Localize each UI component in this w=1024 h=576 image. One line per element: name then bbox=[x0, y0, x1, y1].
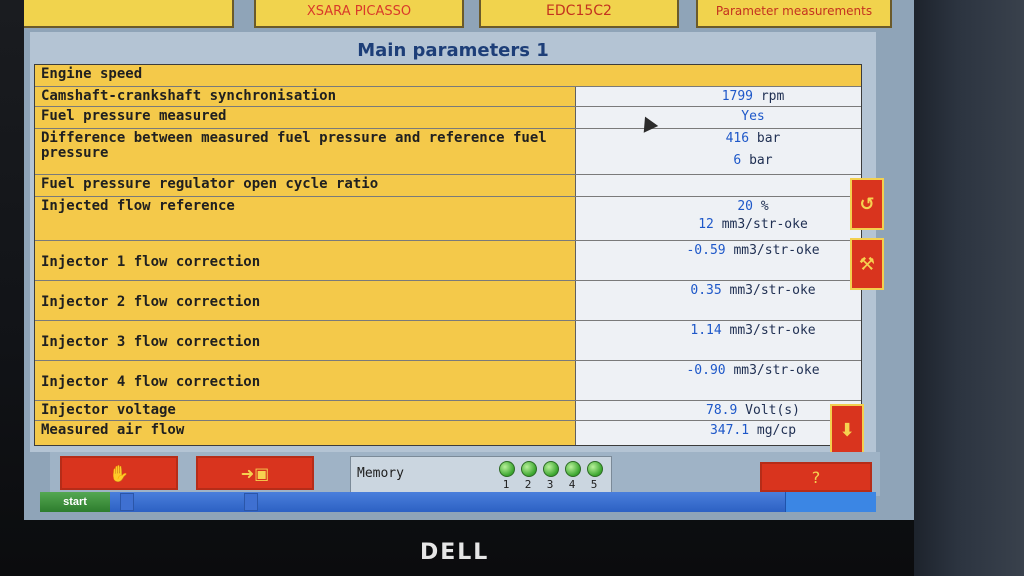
row-value: 416 bar bbox=[725, 131, 781, 146]
tools-button[interactable]: ⚒ bbox=[850, 238, 884, 290]
memory-led-5[interactable] bbox=[587, 461, 603, 477]
row-value: 78.9 Volt(s) bbox=[706, 403, 800, 418]
undo-button[interactable]: ↺ bbox=[850, 178, 884, 230]
main-panel: Main parameters 1 Engine speed Camshaft-… bbox=[30, 32, 876, 452]
memory-slot-label: 4 bbox=[568, 478, 576, 491]
stop-button[interactable]: ✋ bbox=[60, 456, 178, 490]
value-cell: -0.90 mm3/str-oke bbox=[575, 361, 861, 400]
parameters-table: Engine speed Camshaft-crankshaft synchro… bbox=[34, 64, 862, 446]
row-label: Injector 1 flow correction bbox=[41, 254, 261, 270]
row-label: Injector voltage bbox=[41, 402, 176, 418]
hand-icon: ✋ bbox=[109, 463, 129, 483]
wrench-icon: ⚒ bbox=[858, 253, 876, 275]
tab-vehicle[interactable]: XSARA PICASSO bbox=[254, 0, 464, 28]
undo-icon: ↺ bbox=[859, 193, 875, 215]
row-label: Injector 3 flow correction bbox=[41, 334, 261, 350]
row-value: 20 % bbox=[737, 199, 769, 214]
value-cell: 416 bar 6 bar bbox=[575, 129, 861, 174]
memory-led-3[interactable] bbox=[543, 461, 559, 477]
value-cell: 1.14 mm3/str-oke bbox=[575, 321, 861, 360]
memory-panel: Memory 1 2 3 4 5 bbox=[350, 456, 612, 494]
tab-blank[interactable] bbox=[24, 0, 234, 28]
row-value: 1.14 mm3/str-oke bbox=[690, 323, 816, 338]
row-value: 6 bar bbox=[733, 153, 773, 168]
tab-ecu[interactable]: EDC15C2 bbox=[479, 0, 679, 28]
memory-slot-label: 3 bbox=[546, 478, 554, 491]
start-label: start bbox=[63, 496, 87, 508]
taskbar-item[interactable] bbox=[244, 493, 258, 511]
system-tray bbox=[785, 492, 876, 512]
value-cell: 0.35 mm3/str-oke bbox=[575, 281, 861, 320]
table-row: Measured air flow 347.1 mg/cp bbox=[35, 421, 861, 445]
down-button[interactable]: ⬇ bbox=[830, 404, 864, 456]
row-value: -0.90 mm3/str-oke bbox=[686, 363, 820, 378]
table-row: Injector 4 flow correction -0.90 mm3/str… bbox=[35, 361, 861, 401]
value-cell: 1799 rpm bbox=[575, 87, 861, 106]
help-button[interactable]: ? bbox=[760, 462, 872, 492]
taskbar: start bbox=[40, 492, 876, 512]
table-row: Injector 1 flow correction -0.59 mm3/str… bbox=[35, 241, 861, 281]
table-row: Engine speed bbox=[35, 65, 861, 87]
table-row: Fuel pressure regulator open cycle ratio bbox=[35, 175, 861, 197]
value-cell: Yes bbox=[575, 107, 861, 128]
save-to-disk-icon: ➜▣ bbox=[240, 463, 270, 483]
table-row: Injected flow reference 20 % 12 mm3/str-… bbox=[35, 197, 861, 241]
page-title: Main parameters 1 bbox=[357, 40, 549, 61]
row-label: Injector 2 flow correction bbox=[41, 294, 261, 310]
row-value: 0.35 mm3/str-oke bbox=[690, 283, 816, 298]
table-row: Injector voltage 78.9 Volt(s) bbox=[35, 401, 861, 421]
bottom-toolbar: ✋ ➜▣ Memory 1 2 3 4 5 ? bbox=[50, 452, 880, 496]
memory-label: Memory bbox=[357, 466, 404, 481]
row-label: Measured air flow bbox=[41, 422, 185, 438]
row-label: Difference between measured fuel pressur… bbox=[41, 130, 547, 161]
save-button[interactable]: ➜▣ bbox=[196, 456, 314, 490]
memory-slot-label: 2 bbox=[524, 478, 532, 491]
start-button[interactable]: start bbox=[40, 492, 110, 512]
value-cell: 20 % 12 mm3/str-oke bbox=[575, 197, 861, 240]
memory-slot-label: 1 bbox=[502, 478, 510, 491]
background-right bbox=[914, 0, 1024, 576]
row-label: Engine speed bbox=[41, 66, 143, 82]
row-label: Fuel pressure regulator open cycle ratio bbox=[41, 176, 379, 192]
memory-led-2[interactable] bbox=[521, 461, 537, 477]
table-row: Camshaft-crankshaft synchronisation 1799… bbox=[35, 87, 861, 107]
monitor-brand-logo: DELL bbox=[420, 540, 490, 565]
tab-parameter-measurements[interactable]: Parameter measurements bbox=[696, 0, 892, 28]
help-label: ? bbox=[811, 467, 821, 487]
row-value: 347.1 mg/cp bbox=[709, 423, 797, 438]
row-label: Injector 4 flow correction bbox=[41, 374, 261, 390]
row-label: Camshaft-crankshaft synchronisation bbox=[41, 88, 337, 104]
table-row: Injector 2 flow correction 0.35 mm3/str-… bbox=[35, 281, 861, 321]
table-row: Difference between measured fuel pressur… bbox=[35, 129, 861, 175]
row-label: Injected flow reference bbox=[41, 198, 235, 214]
table-row: Fuel pressure measured Yes bbox=[35, 107, 861, 129]
row-label: Fuel pressure measured bbox=[41, 108, 227, 124]
memory-slot-label: 5 bbox=[590, 478, 598, 491]
value-cell: 78.9 Volt(s) bbox=[575, 401, 861, 420]
value-cell: 347.1 mg/cp bbox=[575, 421, 861, 445]
row-value: 1799 rpm bbox=[721, 89, 785, 104]
value-cell bbox=[575, 175, 861, 196]
value-cell: -0.59 mm3/str-oke bbox=[575, 241, 861, 280]
screen: XSARA PICASSO EDC15C2 Parameter measurem… bbox=[24, 0, 914, 520]
taskbar-item[interactable] bbox=[120, 493, 134, 511]
row-value: -0.59 mm3/str-oke bbox=[686, 243, 820, 258]
row-value: Yes bbox=[741, 109, 765, 124]
row-value: 12 mm3/str-oke bbox=[698, 217, 808, 232]
arrow-down-icon: ⬇ bbox=[839, 419, 855, 441]
memory-led-1[interactable] bbox=[499, 461, 515, 477]
memory-led-4[interactable] bbox=[565, 461, 581, 477]
table-row: Injector 3 flow correction 1.14 mm3/str-… bbox=[35, 321, 861, 361]
